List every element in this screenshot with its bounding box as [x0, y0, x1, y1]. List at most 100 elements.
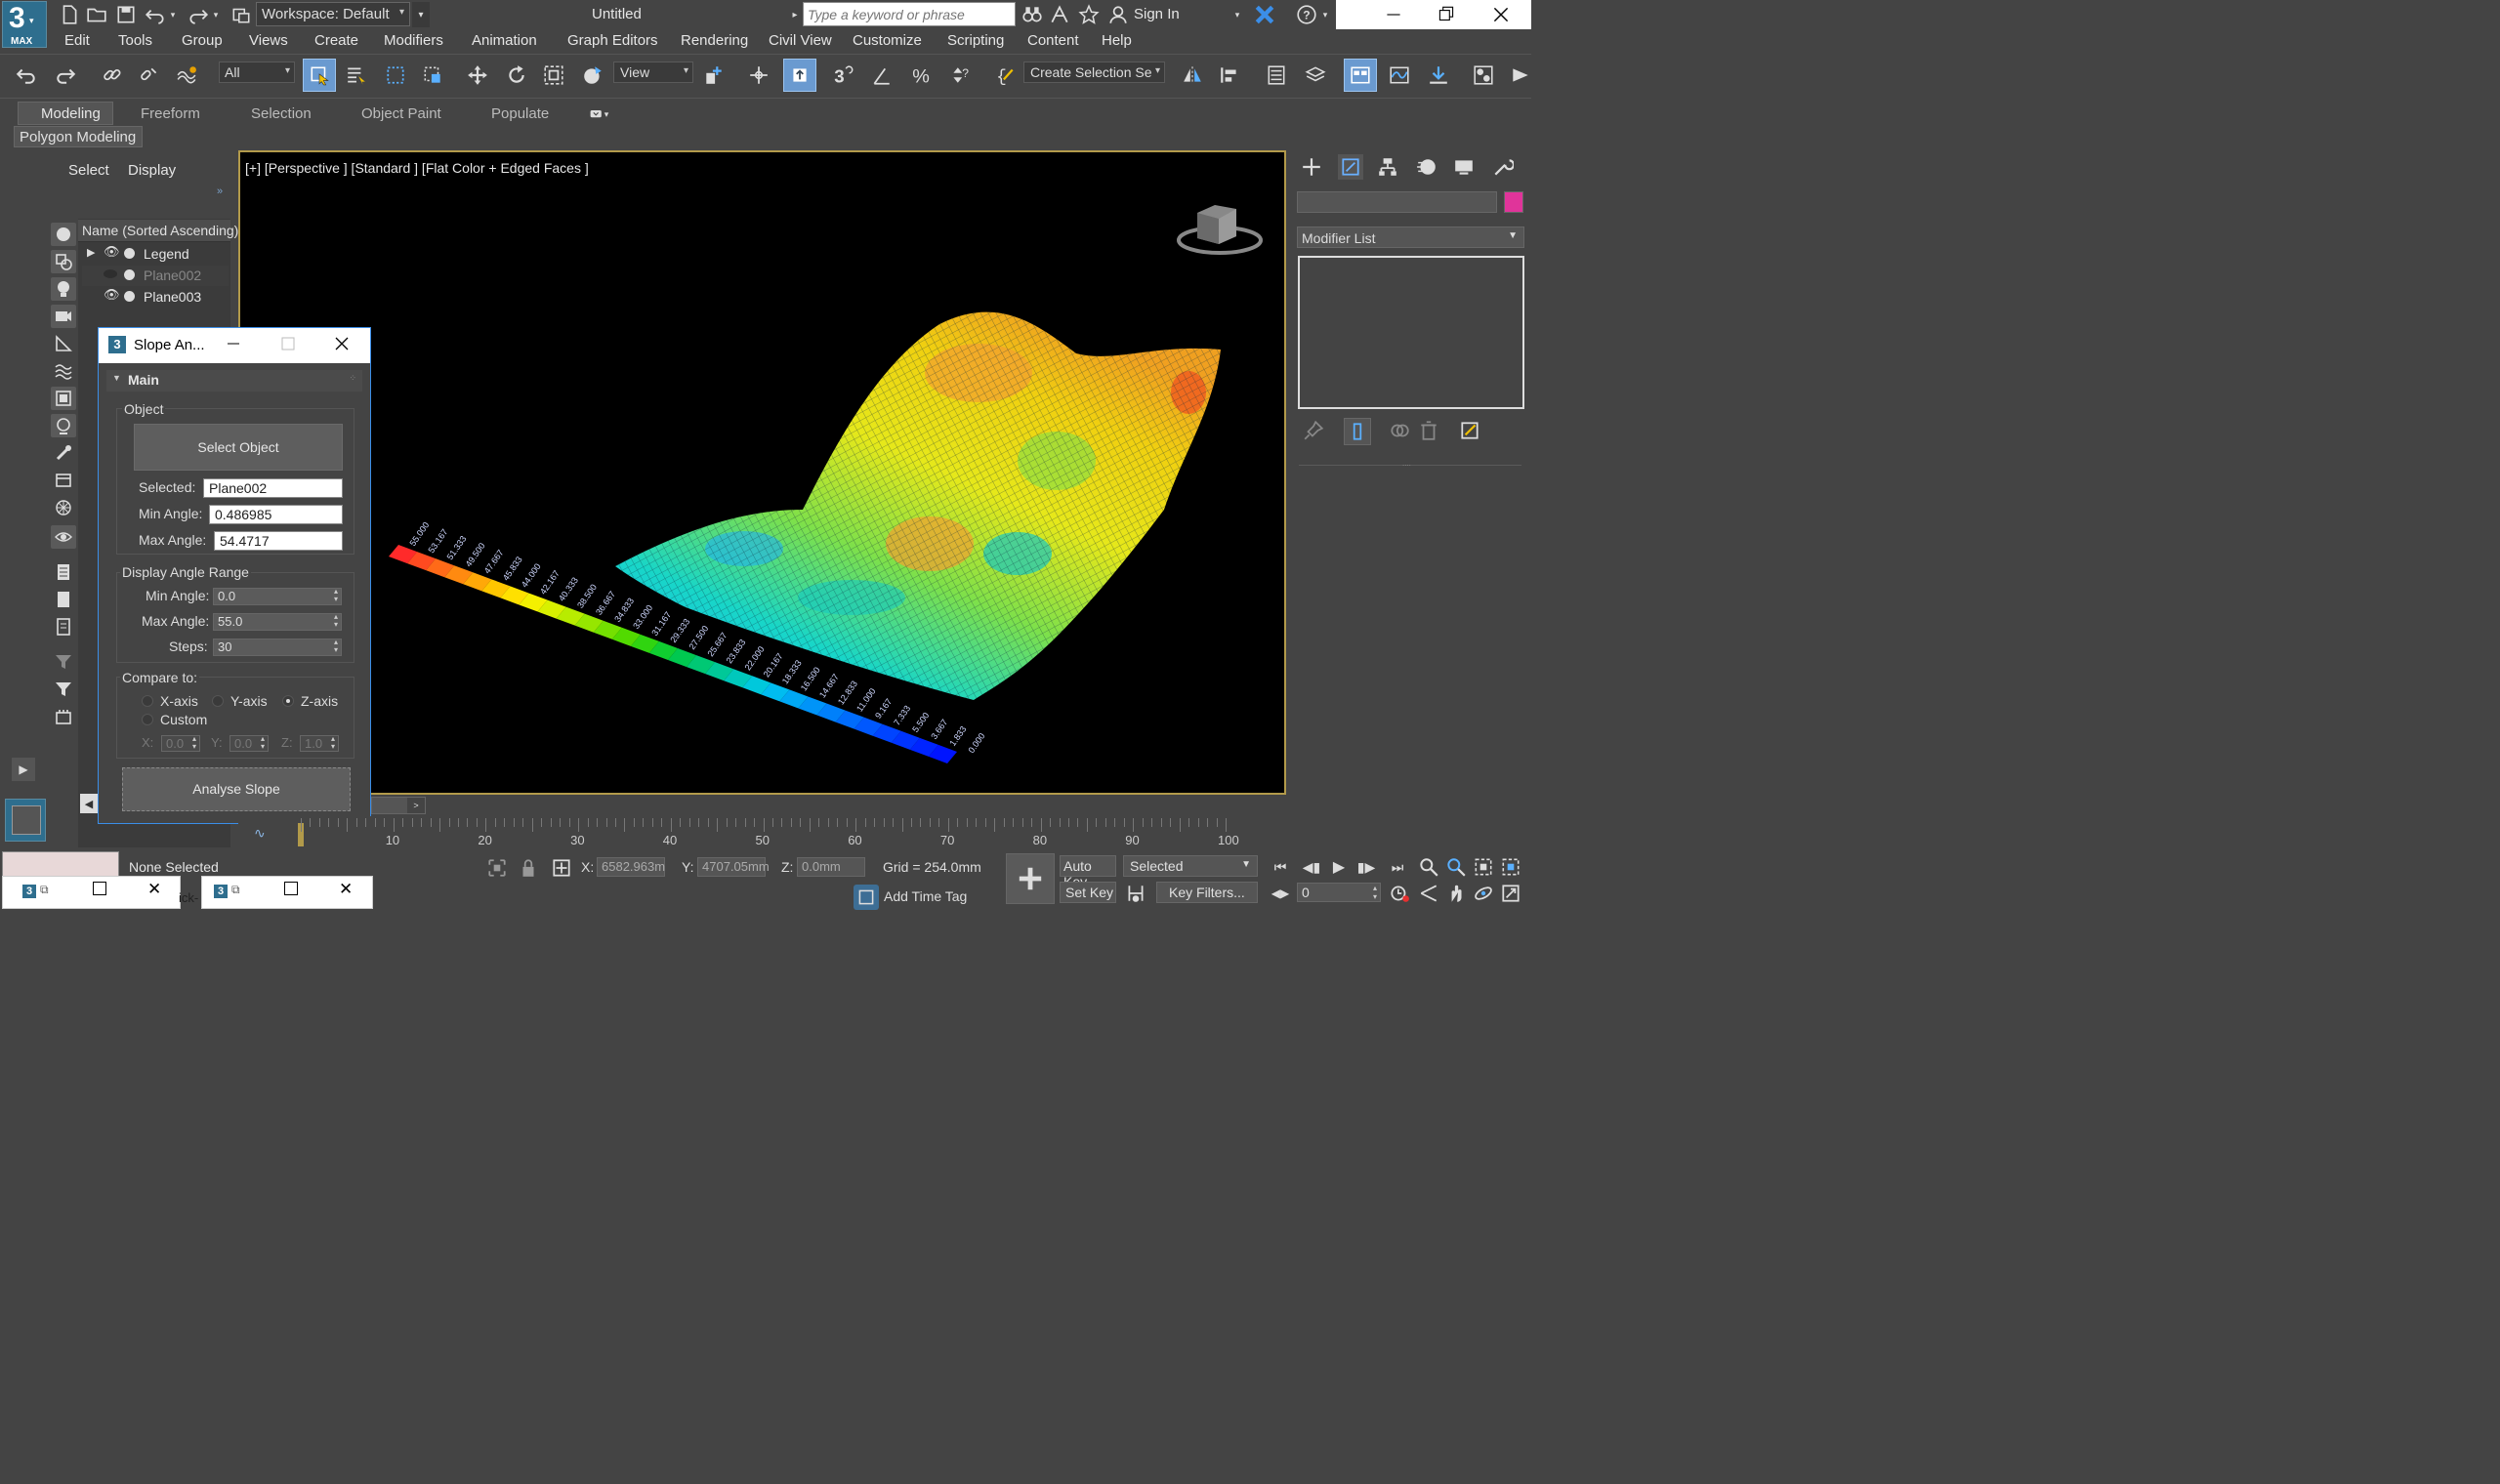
object-name-field[interactable]	[1297, 191, 1497, 213]
menu-help[interactable]: Help	[1102, 32, 1132, 49]
isolate-selection-icon[interactable]	[484, 855, 510, 881]
maximize-viewport-icon[interactable]	[1498, 881, 1523, 906]
pin-stack-icon[interactable]	[1301, 418, 1326, 443]
app-logo[interactable]: 3 ▾ MAX	[2, 1, 47, 48]
dialog-maximize-icon[interactable]	[280, 336, 296, 351]
rollout-header[interactable]: ▼ Main ⁘	[106, 370, 362, 392]
zoom-extents-icon[interactable]	[1471, 854, 1496, 880]
scene-explorer-tab-select[interactable]: Select	[68, 162, 109, 179]
custom-z-spinner[interactable]: 1.0	[300, 735, 339, 752]
max-angle-field[interactable]: 54.4717	[214, 531, 343, 551]
viewport[interactable]: [+] [Perspective ] [Standard ] [Flat Col…	[238, 150, 1286, 795]
time-slider-next-icon[interactable]: >	[407, 798, 425, 813]
selected-object-field[interactable]: Plane002	[203, 478, 343, 498]
minimized-window-2[interactable]: 3 ⧉ ✕	[201, 876, 373, 909]
menu-civil-view[interactable]: Civil View	[769, 32, 832, 49]
align-icon[interactable]	[1217, 62, 1242, 88]
percent-snap-icon[interactable]: %	[908, 62, 934, 88]
key-mode-toggle-icon[interactable]	[1123, 881, 1148, 906]
sign-in-link[interactable]: Sign In	[1134, 6, 1180, 22]
expand-triangle-icon[interactable]: ▶	[87, 246, 95, 259]
lights-filter-icon[interactable]	[51, 277, 76, 301]
helpers-filter-icon[interactable]	[51, 332, 76, 355]
menu-views[interactable]: Views	[249, 32, 288, 49]
x-coord-field[interactable]: 6582.963m	[597, 857, 665, 877]
orbit-icon[interactable]	[1471, 881, 1496, 906]
utilities-panel-icon[interactable]	[1490, 154, 1516, 180]
viewport-layout-icon[interactable]	[5, 799, 46, 842]
modify-panel-icon[interactable]	[1338, 154, 1363, 180]
schematic-view-icon[interactable]	[1426, 62, 1451, 88]
menu-create[interactable]: Create	[314, 32, 358, 49]
menu-modifiers[interactable]: Modifiers	[384, 32, 443, 49]
workspace-select[interactable]: Workspace: Default ▾	[256, 2, 410, 26]
menu-animation[interactable]: Animation	[472, 32, 537, 49]
remove-modifier-icon[interactable]	[1416, 418, 1441, 443]
previous-frame-icon[interactable]: ◀▮	[1299, 854, 1324, 880]
key-mode-select[interactable]: Selected ▼	[1123, 855, 1258, 877]
ribbon-toggle-icon[interactable]	[1344, 59, 1377, 92]
menu-graph-editors[interactable]: Graph Editors	[567, 32, 658, 49]
minimized-restore-icon[interactable]: ⧉	[231, 883, 240, 897]
go-to-start-icon[interactable]: ⏮	[1268, 854, 1293, 880]
sign-in-dropdown-icon[interactable]: ▾	[1230, 2, 1244, 27]
visibility-filter-icon[interactable]	[51, 525, 76, 549]
display-list-icon[interactable]	[51, 560, 76, 584]
help-dropdown-icon[interactable]: ▾	[1318, 2, 1332, 27]
show-end-result-icon[interactable]	[1344, 418, 1371, 445]
min-angle-field[interactable]: 0.486985	[209, 505, 343, 524]
column-header[interactable]: Name (Sorted Ascending)	[78, 220, 238, 242]
selection-filter-select[interactable]: All ▾	[219, 62, 295, 83]
go-to-end-icon[interactable]: ⏭	[1385, 854, 1410, 880]
next-frame-icon[interactable]: ▮▶	[1354, 854, 1379, 880]
layer-explorer-icon[interactable]	[1303, 62, 1328, 88]
select-manipulate-icon[interactable]	[746, 62, 771, 88]
list-item[interactable]: 👁 Plane003	[82, 287, 229, 308]
curve-editor-icon[interactable]	[1387, 62, 1412, 88]
modifier-stack[interactable]	[1298, 256, 1524, 409]
undo-dropdown-icon[interactable]: ▾	[166, 2, 180, 27]
eye-icon[interactable]: 👁	[104, 244, 120, 260]
minimize-icon[interactable]	[1381, 2, 1406, 27]
window-crossing-icon[interactable]	[420, 62, 445, 88]
minimized-close-icon[interactable]: ✕	[339, 880, 353, 899]
render-dot-icon[interactable]	[124, 269, 135, 280]
steps-spinner[interactable]: 30	[213, 639, 342, 656]
undo-icon[interactable]	[143, 2, 168, 27]
minimized-maximize-icon[interactable]	[284, 882, 298, 895]
new-file-icon[interactable]	[57, 2, 82, 27]
ribbon-tab-modeling[interactable]: Modeling	[41, 105, 101, 122]
communication-center-icon[interactable]	[1047, 2, 1072, 27]
minimized-close-icon[interactable]: ✕	[147, 880, 161, 899]
y-coord-field[interactable]: 4707.05mm	[697, 857, 770, 877]
list-item[interactable]: ▶ 👁 Legend	[82, 244, 229, 265]
ribbon-options-icon[interactable]: ▾	[582, 102, 615, 127]
scroll-left-icon[interactable]: ◀	[80, 794, 98, 813]
object-color-swatch[interactable]	[1504, 191, 1523, 213]
polygon-modeling-panel[interactable]: Polygon Modeling	[14, 126, 143, 147]
keyboard-shortcut-override-icon[interactable]	[783, 59, 816, 92]
add-time-tag-icon[interactable]	[854, 885, 879, 910]
redo-icon[interactable]	[186, 2, 211, 27]
set-key-big-icon[interactable]	[1006, 853, 1055, 904]
key-filters-button[interactable]: Key Filters...	[1156, 882, 1258, 903]
move-icon[interactable]	[465, 62, 490, 88]
make-unique-icon[interactable]	[1387, 418, 1412, 443]
undo-toolbar-icon[interactable]	[14, 62, 39, 88]
z-axis-radio[interactable]	[282, 695, 294, 707]
display-panel-icon[interactable]	[1451, 154, 1477, 180]
viewcube[interactable]	[1176, 193, 1264, 262]
absolute-mode-icon[interactable]	[549, 855, 574, 881]
x-axis-radio[interactable]	[142, 695, 153, 707]
configure-modifier-sets-icon[interactable]	[1457, 418, 1482, 443]
menu-edit[interactable]: Edit	[64, 32, 90, 49]
containers-filter-icon[interactable]	[51, 469, 76, 492]
scale-icon[interactable]	[541, 62, 566, 88]
motion-panel-icon[interactable]	[1414, 154, 1439, 180]
modifier-list-select[interactable]: Modifier List ▼	[1297, 227, 1524, 248]
time-slider[interactable]: >	[371, 797, 426, 814]
expand-panel-icon[interactable]: »	[217, 186, 223, 197]
z-coord-field[interactable]: 0.0mm	[797, 857, 865, 877]
list-item[interactable]: Plane002	[82, 266, 229, 286]
time-configuration-icon[interactable]	[1387, 881, 1412, 906]
